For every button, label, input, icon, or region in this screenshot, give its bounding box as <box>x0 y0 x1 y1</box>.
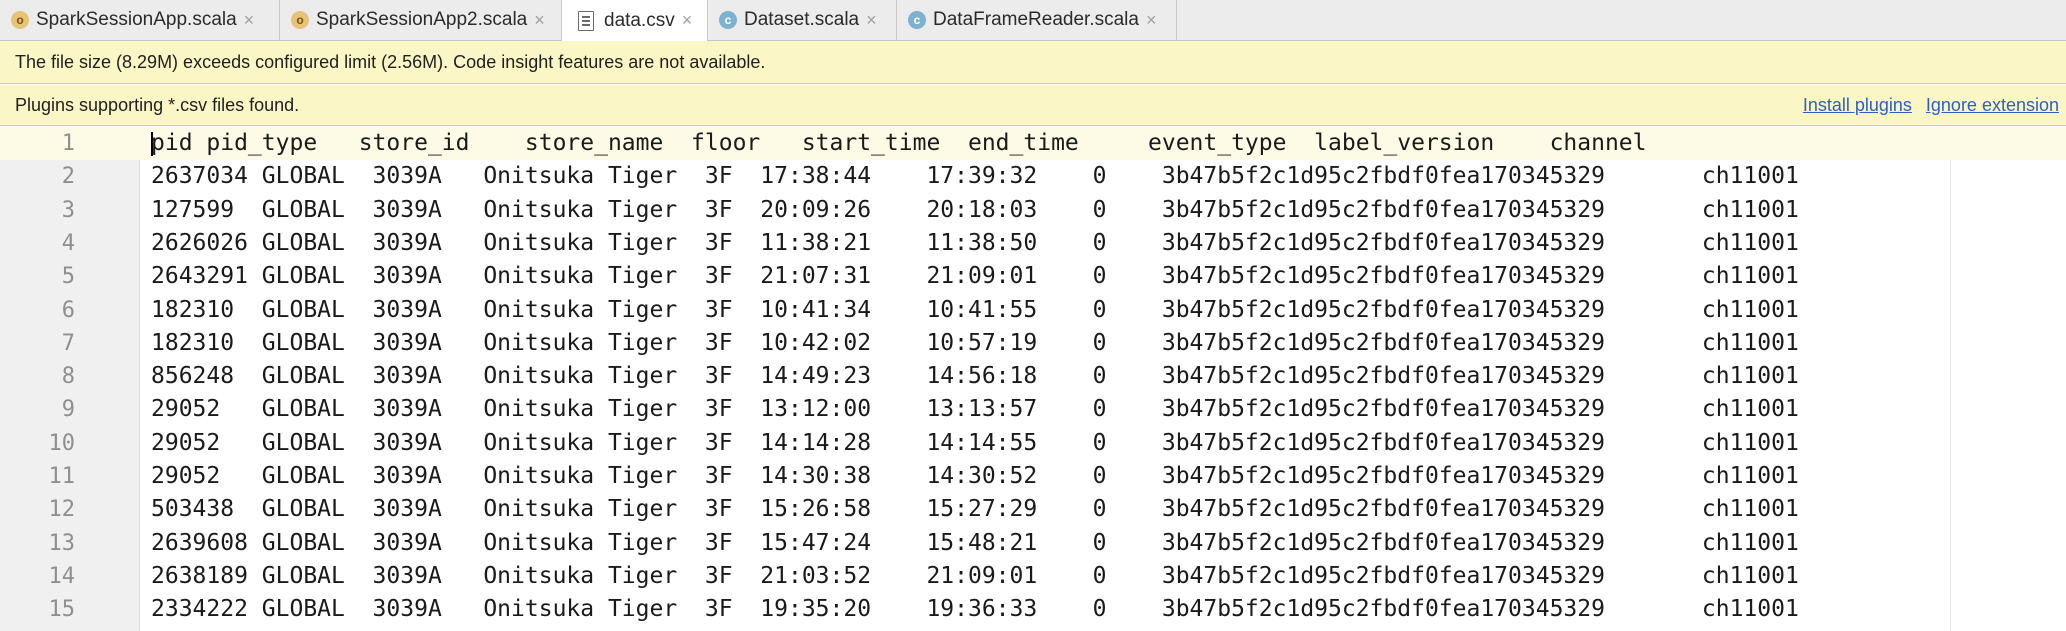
csv-file-icon <box>578 10 594 31</box>
tab-sparksessionapp2[interactable]: o SparkSessionApp2.scala × <box>280 0 562 40</box>
tab-label: Dataset.scala <box>744 9 860 30</box>
tab-label: data.csv <box>604 9 675 31</box>
line-text[interactable]: 29052 GLOBAL 3039A Onitsuka Tiger 3F 14:… <box>151 460 1799 493</box>
line-text[interactable]: 2639608 GLOBAL 3039A Onitsuka Tiger 3F 1… <box>151 527 1799 560</box>
line-number: 8 <box>61 364 75 390</box>
editor-line[interactable]: 6 182310 GLOBAL 3039A Onitsuka Tiger 3F 1… <box>0 294 2066 327</box>
tab-label: SparkSessionApp2.scala <box>316 9 528 30</box>
text-caret <box>151 132 153 156</box>
line-number: 10 <box>48 430 76 456</box>
line-text[interactable]: 856248 GLOBAL 3039A Onitsuka Tiger 3F 14… <box>151 360 1799 393</box>
editor-line[interactable]: 2 2637034 GLOBAL 3039A Onitsuka Tiger 3F … <box>0 160 2066 193</box>
close-icon[interactable]: × <box>682 10 693 31</box>
line-text[interactable]: 29052 GLOBAL 3039A Onitsuka Tiger 3F 13:… <box>151 393 1799 426</box>
close-icon[interactable]: × <box>1146 10 1157 31</box>
file-size-warning-banner: The file size (8.29M) exceeds configured… <box>0 41 2066 84</box>
line-number: 3 <box>61 197 75 223</box>
line-text[interactable]: 2643291 GLOBAL 3039A Onitsuka Tiger 3F 2… <box>151 260 1799 293</box>
editor-line[interactable]: 4 2626026 GLOBAL 3039A Onitsuka Tiger 3F … <box>0 227 2066 260</box>
close-icon[interactable]: × <box>866 10 877 31</box>
line-number: 2 <box>61 164 75 190</box>
line-number: 7 <box>61 330 75 356</box>
line-number: 9 <box>61 397 75 423</box>
line-number: 13 <box>48 530 76 556</box>
scala-class-icon: c <box>908 11 926 29</box>
line-number: 6 <box>61 297 75 323</box>
editor-tab-bar: o SparkSessionApp.scala × o SparkSession… <box>0 0 2066 41</box>
close-icon[interactable]: × <box>244 10 255 31</box>
line-text[interactable]: 503438 GLOBAL 3039A Onitsuka Tiger 3F 15… <box>151 493 1799 526</box>
tab-dataframereader[interactable]: c DataFrameReader.scala × <box>897 0 1177 40</box>
ignore-extension-link[interactable]: Ignore extension <box>1926 95 2059 116</box>
close-icon[interactable]: × <box>534 10 545 31</box>
editor-line[interactable]: 7 182310 GLOBAL 3039A Onitsuka Tiger 3F 1… <box>0 327 2066 360</box>
editor-line[interactable]: 11 29052 GLOBAL 3039A Onitsuka Tiger 3F 1… <box>0 460 2066 493</box>
editor-line[interactable]: 1 pid pid_type store_id store_name floor … <box>0 127 2066 160</box>
line-number: 12 <box>48 497 76 523</box>
line-text[interactable]: 29052 GLOBAL 3039A Onitsuka Tiger 3F 14:… <box>151 427 1799 460</box>
line-text[interactable]: 2637034 GLOBAL 3039A Onitsuka Tiger 3F 1… <box>151 160 1799 193</box>
editor-line[interactable]: 9 29052 GLOBAL 3039A Onitsuka Tiger 3F 13… <box>0 393 2066 426</box>
tab-data-csv[interactable]: data.csv × <box>562 0 708 41</box>
tab-label: SparkSessionApp.scala <box>36 9 237 30</box>
tab-label: DataFrameReader.scala <box>933 9 1139 30</box>
line-text[interactable]: pid pid_type store_id store_name floor s… <box>151 127 1647 160</box>
line-text[interactable]: 182310 GLOBAL 3039A Onitsuka Tiger 3F 10… <box>151 294 1799 327</box>
line-number: 5 <box>61 264 75 290</box>
editor-line[interactable]: 8 856248 GLOBAL 3039A Onitsuka Tiger 3F 1… <box>0 360 2066 393</box>
line-text[interactable]: 2334222 GLOBAL 3039A Onitsuka Tiger 3F 1… <box>151 593 1799 626</box>
line-number: 4 <box>61 230 75 256</box>
tab-dataset[interactable]: c Dataset.scala × <box>708 0 897 40</box>
editor-line[interactable]: 13 2639608 GLOBAL 3039A Onitsuka Tiger 3F… <box>0 527 2066 560</box>
editor-line[interactable]: 14 2638189 GLOBAL 3039A Onitsuka Tiger 3F… <box>0 560 2066 593</box>
file-size-warning-text: The file size (8.29M) exceeds configured… <box>15 51 766 72</box>
line-text[interactable]: 2638189 GLOBAL 3039A Onitsuka Tiger 3F 2… <box>151 560 1799 593</box>
plugins-banner-actions: Install plugins Ignore extension <box>1789 85 2059 125</box>
editor-line[interactable]: 5 2643291 GLOBAL 3039A Onitsuka Tiger 3F … <box>0 260 2066 293</box>
code-editor[interactable]: ✓ 1pid pid_type store_id store_name floo… <box>0 127 2066 631</box>
editor-line[interactable]: 15 2334222 GLOBAL 3039A Onitsuka Tiger 3F… <box>0 593 2066 626</box>
editor-line[interactable]: 10 29052 GLOBAL 3039A Onitsuka Tiger 3F 1… <box>0 427 2066 460</box>
line-number: 11 <box>48 464 76 489</box>
editor-line[interactable]: 12 503438 GLOBAL 3039A Onitsuka Tiger 3F … <box>0 493 2066 526</box>
scala-object-icon: o <box>291 11 309 29</box>
install-plugins-link[interactable]: Install plugins <box>1803 95 1912 116</box>
plugins-banner-text: Plugins supporting *.csv files found. <box>15 94 300 115</box>
line-text[interactable]: 2626026 GLOBAL 3039A Onitsuka Tiger 3F 1… <box>151 227 1799 260</box>
plugins-banner: Plugins supporting *.csv files found. In… <box>0 85 2066 126</box>
scala-object-icon: o <box>11 11 29 29</box>
tab-sparksessionapp[interactable]: o SparkSessionApp.scala × <box>0 0 280 40</box>
line-number: 1 <box>61 131 75 156</box>
line-text[interactable]: 127599 GLOBAL 3039A Onitsuka Tiger 3F 20… <box>151 194 1799 227</box>
line-number: 15 <box>48 597 76 623</box>
line-number: 14 <box>48 563 76 589</box>
line-text[interactable]: 182310 GLOBAL 3039A Onitsuka Tiger 3F 10… <box>151 327 1799 360</box>
scala-class-icon: c <box>719 11 737 29</box>
editor-line[interactable]: 3 127599 GLOBAL 3039A Onitsuka Tiger 3F 2… <box>0 194 2066 227</box>
